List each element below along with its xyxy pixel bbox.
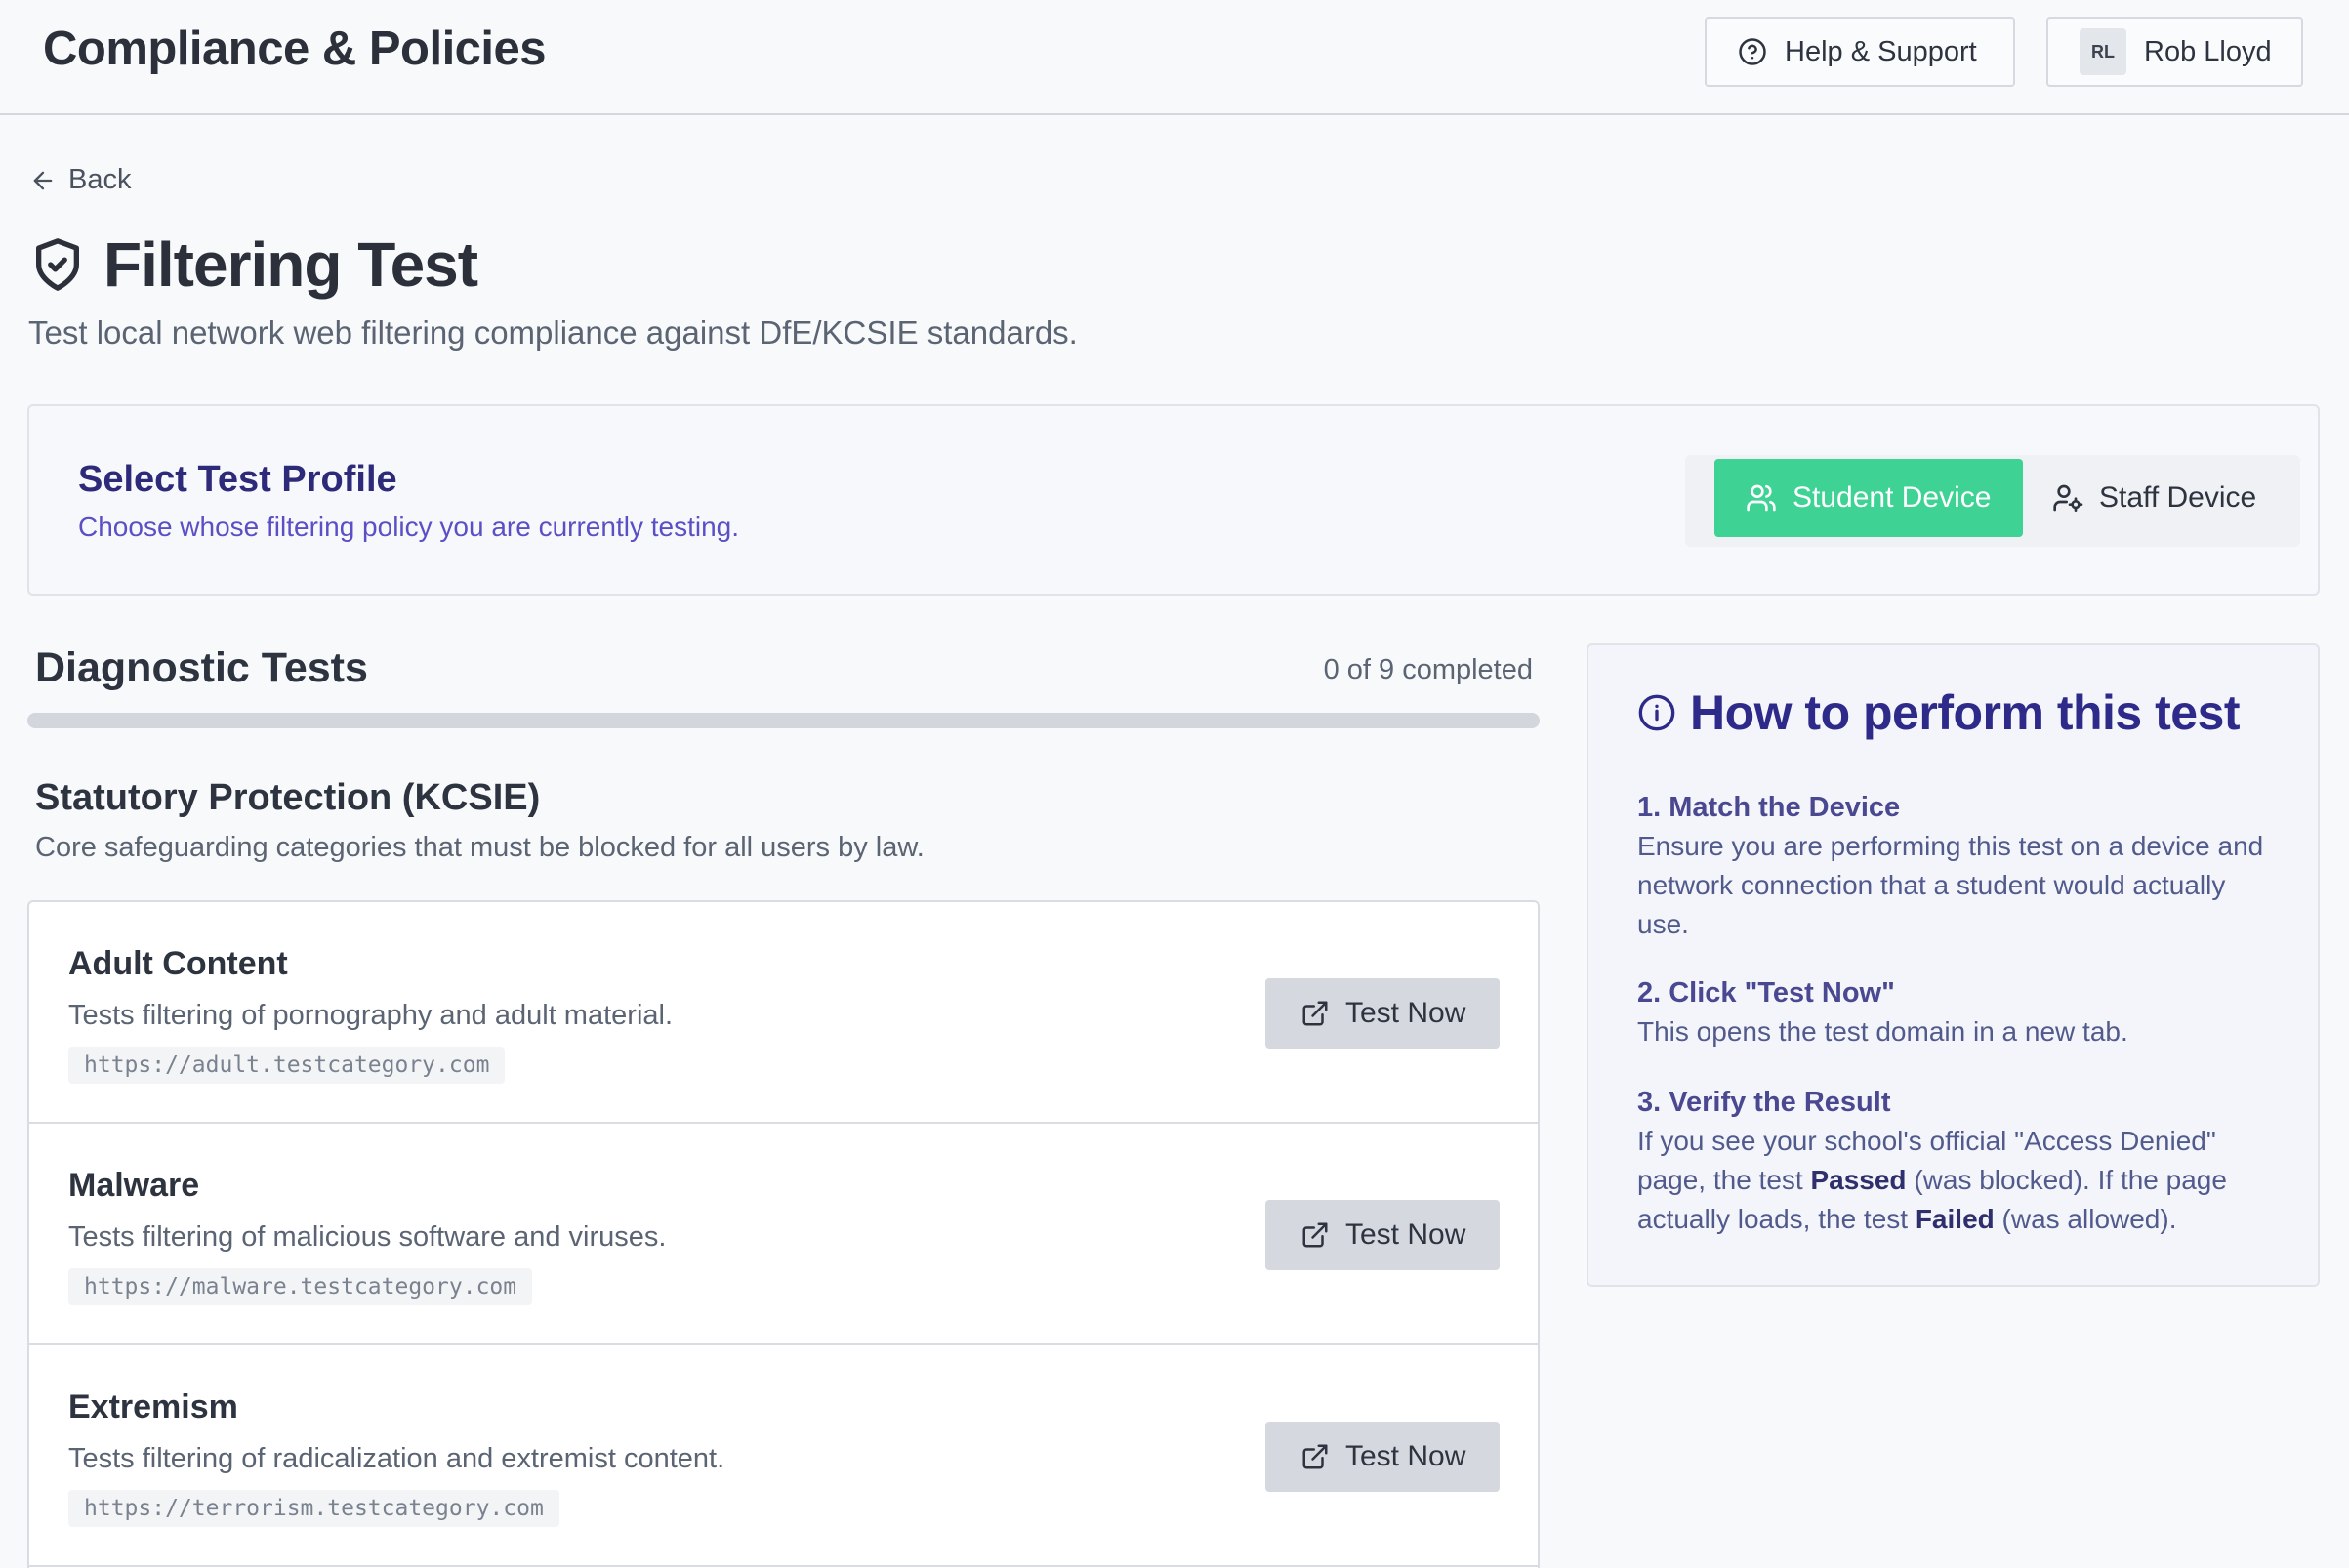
test-now-label: Test Now (1345, 1218, 1466, 1251)
help-circle-icon (1738, 37, 1767, 66)
external-link-icon (1300, 1442, 1330, 1471)
test-now-label: Test Now (1345, 997, 1466, 1029)
how-to-panel: How to perform this test 1. Match the De… (1587, 643, 2320, 1287)
test-row: Malware Tests filtering of malicious sof… (29, 1124, 1538, 1345)
step-text: This opens the test domain in a new tab. (1637, 1016, 2128, 1047)
step-text: Ensure you are performing this test on a… (1637, 831, 2264, 939)
test-name: Adult Content (68, 945, 288, 982)
profile-toggle: Student Device Staff Device (1685, 455, 2300, 547)
page-subtitle: Test local network web filtering complia… (28, 314, 1078, 351)
page: Compliance & Policies Help & Support RL … (0, 0, 2349, 1568)
how-to-step: 2. Click "Test Now" This opens the test … (1637, 973, 2282, 1052)
page-title: Filtering Test (103, 229, 478, 300)
test-now-button[interactable]: Test Now (1265, 1200, 1500, 1270)
diagnostic-tests-title: Diagnostic Tests (35, 644, 368, 691)
help-support-label: Help & Support (1785, 35, 1977, 67)
section-description: Core safeguarding categories that must b… (35, 832, 925, 863)
help-support-button[interactable]: Help & Support (1705, 17, 2015, 87)
info-icon (1637, 693, 1676, 732)
test-description: Tests filtering of pornography and adult… (68, 1000, 674, 1031)
student-device-button[interactable]: Student Device (1714, 459, 2023, 537)
user-menu-button[interactable]: RL Rob Lloyd (2046, 17, 2303, 87)
progress-bar (27, 713, 1540, 728)
arrow-left-icon (29, 167, 57, 194)
step-text: If you see your school's official "Acces… (1637, 1122, 2282, 1239)
test-description: Tests filtering of malicious software an… (68, 1221, 667, 1253)
back-label: Back (68, 164, 132, 195)
passed-label: Passed (1810, 1165, 1907, 1195)
student-device-label: Student Device (1793, 481, 1992, 514)
users-icon (1746, 482, 1777, 514)
test-profile-card: Select Test Profile Choose whose filteri… (27, 404, 2320, 596)
step-title: 1. Match the Device (1637, 792, 1901, 823)
avatar: RL (2080, 28, 2126, 75)
test-description: Tests filtering of radicalization and ex… (68, 1443, 725, 1474)
step-title: 2. Click "Test Now" (1637, 977, 1895, 1009)
section-title: Statutory Protection (KCSIE) (35, 777, 541, 818)
test-name: Malware (68, 1167, 200, 1204)
how-to-step: 1. Match the Device Ensure you are perfo… (1637, 788, 2282, 944)
external-link-icon (1300, 999, 1330, 1028)
back-link[interactable]: Back (29, 164, 131, 196)
test-now-button[interactable]: Test Now (1265, 978, 1500, 1049)
user-name: Rob Lloyd (2144, 35, 2272, 67)
how-to-heading: How to perform this test (1637, 684, 2241, 741)
shield-check-icon (29, 234, 86, 295)
test-row: Adult Content Tests filtering of pornogr… (29, 902, 1538, 1124)
user-cog-icon (2052, 482, 2083, 514)
test-row: Extremism Tests filtering of radicalizat… (29, 1345, 1538, 1567)
test-url: https://terrorism.testcategory.com (68, 1490, 559, 1527)
external-link-icon (1300, 1220, 1330, 1250)
test-url: https://malware.testcategory.com (68, 1268, 533, 1305)
test-list: Adult Content Tests filtering of pornogr… (27, 900, 1540, 1568)
app-title: Compliance & Policies (43, 22, 547, 75)
test-name: Extremism (68, 1388, 238, 1425)
staff-device-label: Staff Device (2099, 481, 2257, 514)
failed-label: Failed (1915, 1204, 1995, 1234)
test-now-button[interactable]: Test Now (1265, 1422, 1500, 1492)
step-text-part: (was allowed). (1994, 1204, 2177, 1234)
test-now-label: Test Now (1345, 1440, 1466, 1472)
profile-title: Select Test Profile (78, 459, 397, 500)
profile-description: Choose whose filtering policy you are cu… (78, 512, 740, 542)
progress-label: 0 of 9 completed (1323, 654, 1533, 685)
how-to-title: How to perform this test (1690, 685, 2241, 740)
page-heading: Filtering Test (29, 228, 478, 301)
how-to-step: 3. Verify the Result If you see your sch… (1637, 1083, 2282, 1239)
top-bar: Compliance & Policies Help & Support RL … (0, 0, 2349, 115)
test-url: https://adult.testcategory.com (68, 1047, 506, 1084)
step-title: 3. Verify the Result (1637, 1087, 1891, 1118)
staff-device-button[interactable]: Staff Device (2033, 459, 2288, 537)
